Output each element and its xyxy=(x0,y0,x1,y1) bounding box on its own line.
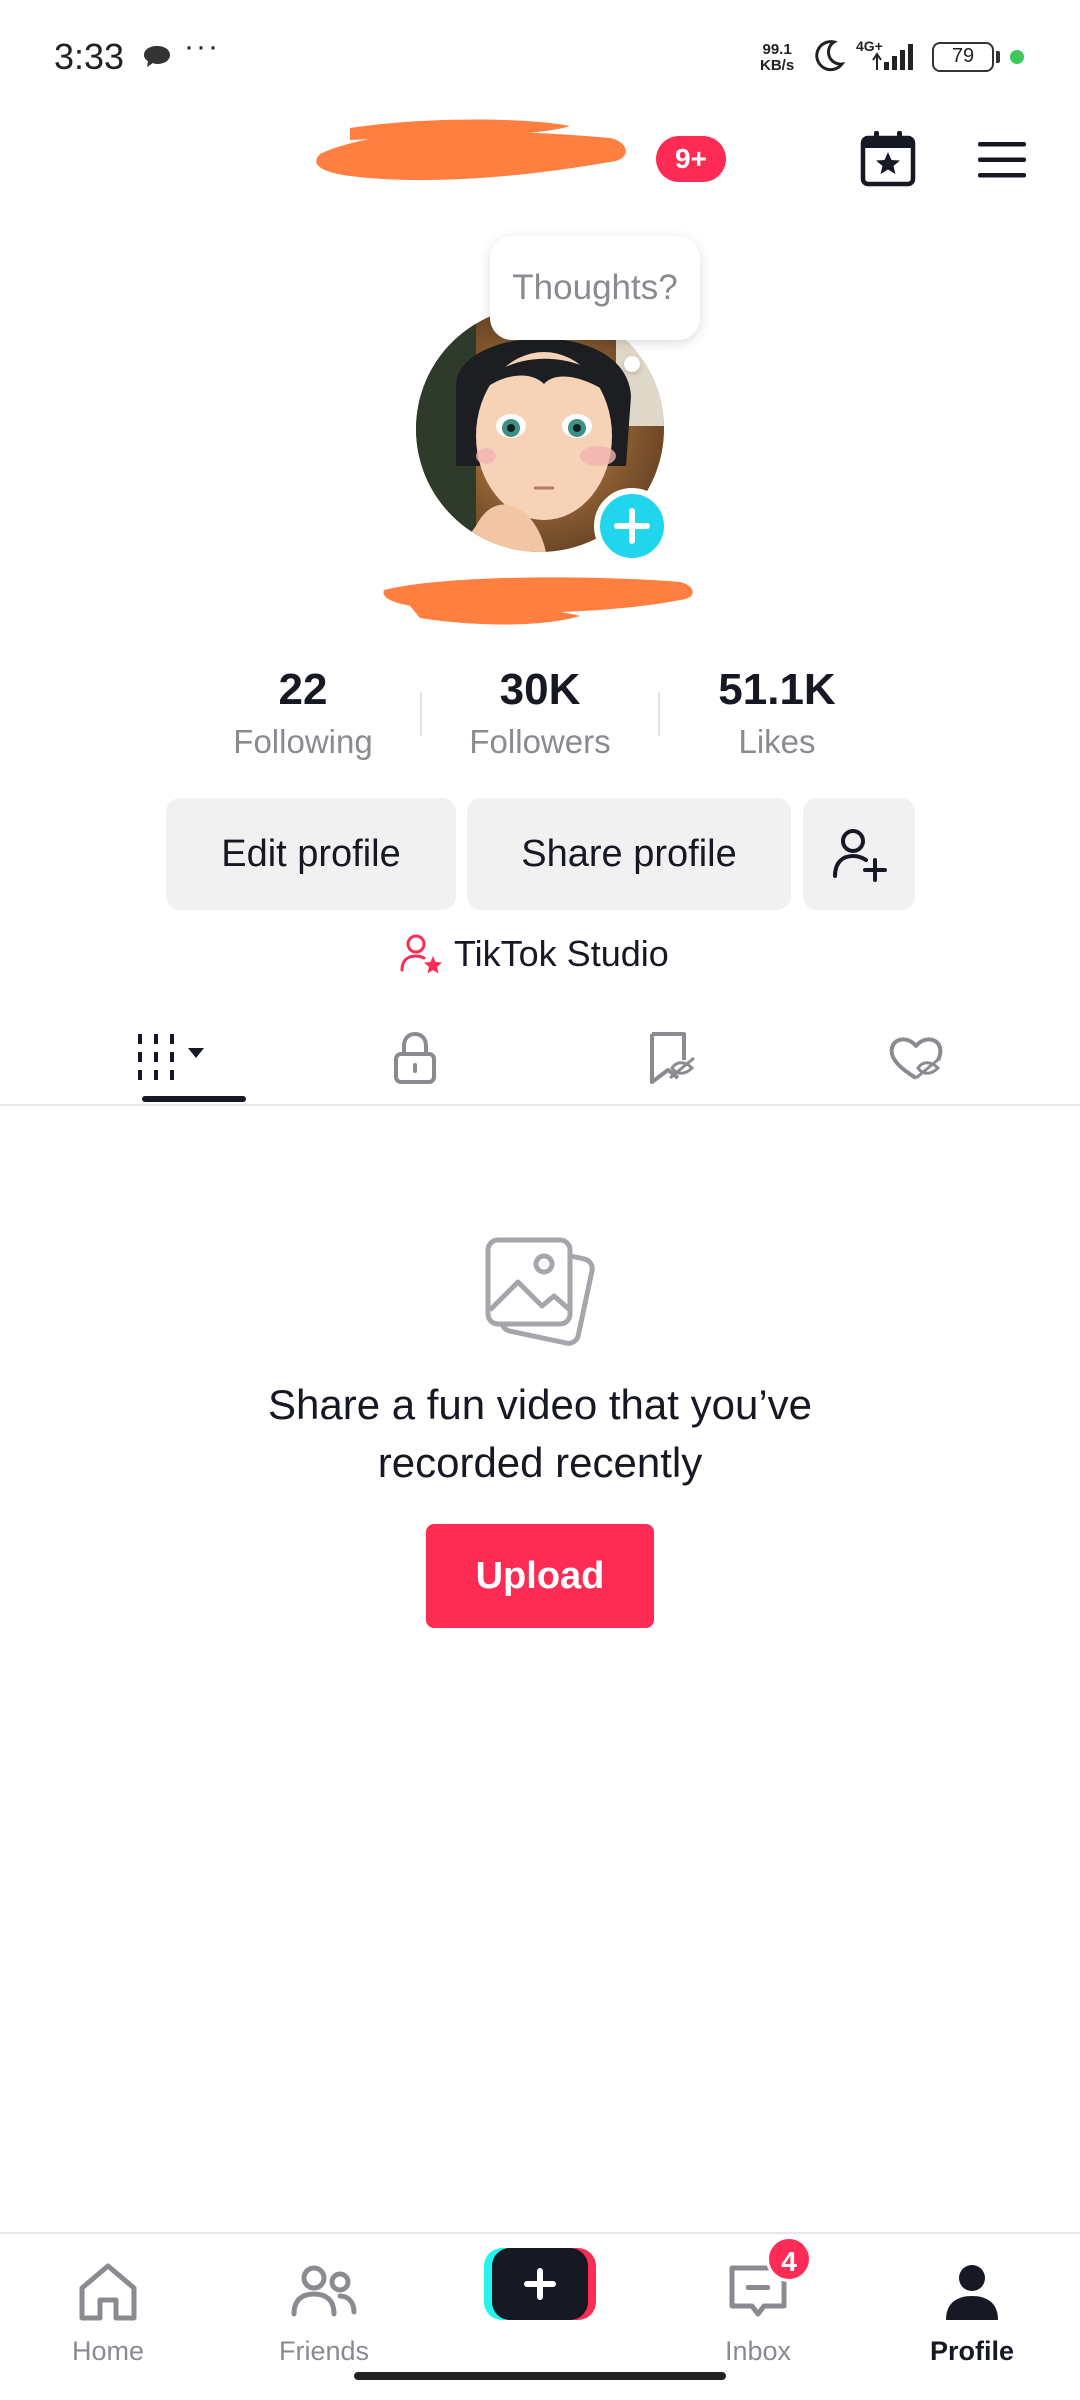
stat-followers[interactable]: 30K Followers xyxy=(420,664,660,768)
nav-friends[interactable]: Friends xyxy=(224,2248,424,2368)
add-user-icon xyxy=(833,829,887,882)
signal-icon xyxy=(872,44,913,70)
profile-stats: 22 Following 30K Followers 51.1K Likes xyxy=(0,664,1080,768)
thought-bubble-tail xyxy=(624,356,640,372)
upload-button[interactable]: Upload xyxy=(426,1524,654,1628)
heart-hidden-icon xyxy=(889,1037,943,1080)
status-overflow: ··· xyxy=(184,30,220,63)
plus-icon xyxy=(614,508,650,544)
stat-value: 51.1K xyxy=(718,665,836,714)
share-profile-button[interactable]: Share profile xyxy=(467,798,791,910)
lock-icon xyxy=(394,1031,436,1084)
content-tabs xyxy=(0,1016,1080,1106)
nav-profile[interactable]: Profile xyxy=(872,2248,1072,2368)
create-plus-icon[interactable] xyxy=(484,2248,596,2320)
moon-icon xyxy=(815,40,846,72)
nav-label: Profile xyxy=(929,2336,1015,2366)
edit-profile-button[interactable]: Edit profile xyxy=(166,798,456,910)
empty-state-line-1: Share a fun video that you’ve xyxy=(267,1381,813,1428)
network-speed: 99.1 KB/s xyxy=(760,42,794,74)
notification-badge[interactable]: 9+ xyxy=(656,136,726,182)
friends-icon xyxy=(291,2265,357,2317)
network-speed-unit: KB/s xyxy=(760,57,795,74)
stat-label: Followers xyxy=(469,723,611,760)
stat-following[interactable]: 22 Following xyxy=(183,664,423,768)
nav-label: Friends xyxy=(278,2336,370,2366)
battery-icon: 79 xyxy=(932,42,994,72)
profile-icon xyxy=(946,2265,998,2320)
privacy-indicator-dot xyxy=(1010,50,1024,64)
stat-value: 30K xyxy=(499,665,581,714)
menu-icon[interactable] xyxy=(976,140,1028,180)
network-speed-value: 99.1 xyxy=(762,41,792,58)
battery-tip xyxy=(996,51,1000,63)
status-bar: 3:33 ··· 99.1 KB/s 4G+ 79 xyxy=(0,0,1080,110)
add-friend-button[interactable] xyxy=(803,798,915,910)
studio-label: TikTok Studio xyxy=(454,933,669,974)
home-icon xyxy=(79,2263,137,2321)
tab-favorites[interactable] xyxy=(530,1016,800,1106)
grid-icon xyxy=(138,1034,204,1080)
tab-private[interactable] xyxy=(280,1016,550,1106)
tab-videos[interactable] xyxy=(30,1016,300,1106)
home-indicator[interactable] xyxy=(354,2372,726,2380)
thoughts-bubble[interactable]: Thoughts? xyxy=(490,236,700,340)
active-tab-indicator xyxy=(142,1096,246,1102)
empty-state-line-2: recorded recently xyxy=(377,1439,703,1486)
nav-inbox[interactable]: Inbox xyxy=(658,2248,858,2368)
add-avatar-button[interactable] xyxy=(594,488,670,564)
nav-label: Inbox xyxy=(724,2336,792,2366)
nav-home[interactable]: Home xyxy=(8,2248,208,2368)
calendar-star-icon[interactable] xyxy=(858,128,918,188)
studio-icon xyxy=(400,934,442,974)
photos-icon xyxy=(485,1237,595,1346)
stat-label: Following xyxy=(233,723,373,760)
nav-label: Home xyxy=(71,2336,145,2366)
chat-icon xyxy=(144,46,170,67)
inbox-badge: 4 xyxy=(766,2236,812,2282)
tab-liked[interactable] xyxy=(780,1016,1050,1106)
stat-value: 22 xyxy=(278,665,328,714)
username-redaction xyxy=(383,577,693,625)
bookmark-hidden-icon xyxy=(650,1032,695,1084)
account-name-redaction xyxy=(316,119,626,181)
empty-state-message: Share a fun video that you’ve recorded r… xyxy=(190,1376,890,1492)
stat-label: Likes xyxy=(738,723,816,760)
status-time: 3:33 xyxy=(54,36,125,77)
stat-likes[interactable]: 51.1K Likes xyxy=(657,664,897,768)
